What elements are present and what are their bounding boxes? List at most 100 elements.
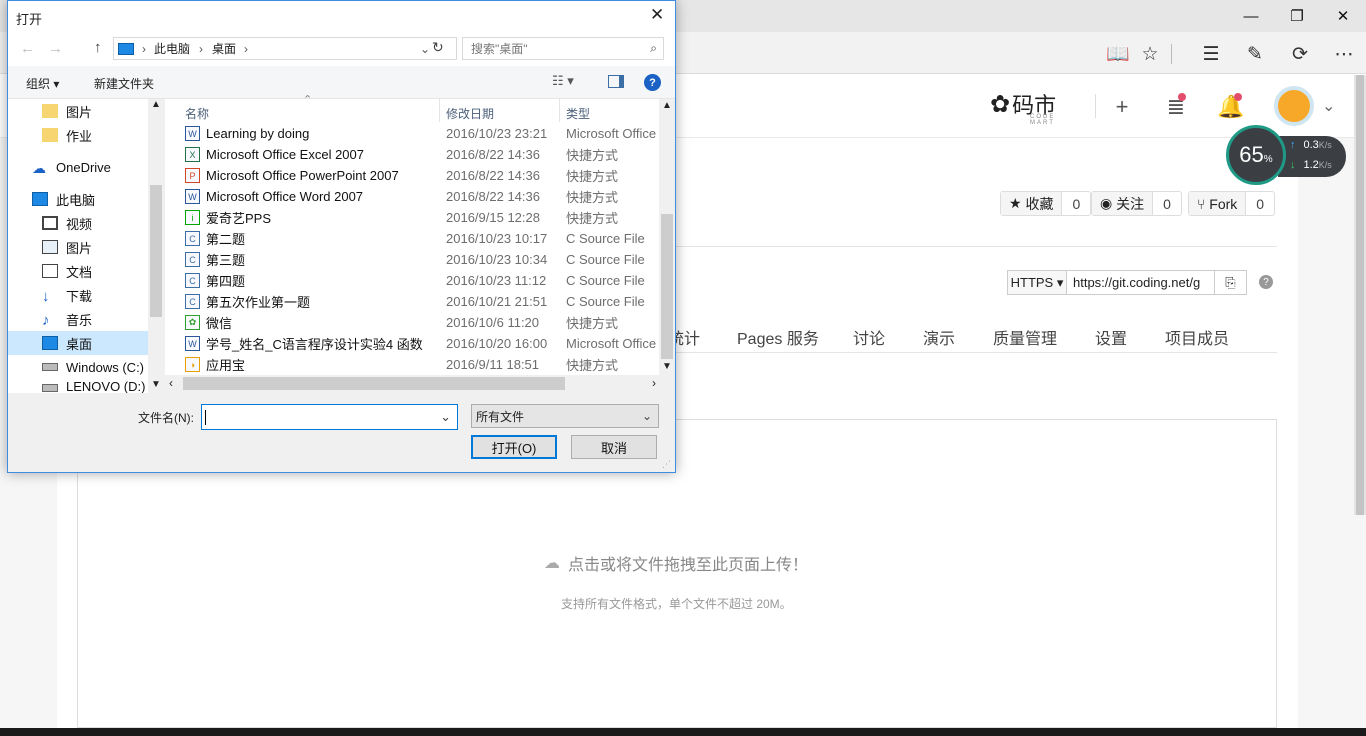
minimize-button[interactable]: — — [1228, 0, 1274, 32]
memory-gauge[interactable]: 65% — [1226, 125, 1286, 185]
forward-arrow-icon[interactable]: → — [48, 40, 63, 57]
star-button[interactable]: ★ 收藏 0 — [1000, 191, 1092, 216]
gauge-percent: 65 — [1239, 142, 1264, 167]
nav-scrollbar-thumb[interactable] — [150, 185, 162, 317]
file-row[interactable]: ✿ 微信 2016/10/6 11:20 快捷方式 — [185, 312, 659, 333]
nav-item-desktop[interactable]: 桌面 — [8, 331, 148, 355]
resize-grip-icon[interactable]: ⋰ — [662, 459, 671, 470]
favorite-icon[interactable]: ☆ — [1135, 40, 1165, 68]
nav-item-drive-d[interactable]: LENOVO (D:) — [8, 379, 148, 393]
drive-icon — [42, 363, 58, 371]
search-input[interactable]: 搜索"桌面" ⌕ — [462, 37, 664, 60]
net-speed-panel: ↑ 0.3K/s ↓ 1.2K/s — [1278, 136, 1346, 177]
address-history-chevron-icon[interactable]: ⌄ — [420, 42, 430, 56]
filename-label: 文件名(N): — [138, 411, 194, 425]
scroll-up-icon[interactable]: ▲ — [662, 100, 672, 111]
column-header-date[interactable]: 修改日期 — [446, 105, 494, 122]
cancel-button[interactable]: 取消 — [571, 435, 657, 459]
scroll-right-icon[interactable]: › — [652, 376, 656, 390]
file-name-cell: P Microsoft Office PowerPoint 2007 — [185, 168, 425, 183]
file-row[interactable]: ◑ 应用宝 2016/9/11 18:51 快捷方式 — [185, 354, 659, 375]
file-vscrollbar-thumb[interactable] — [661, 214, 673, 359]
scroll-up-icon[interactable]: ▲ — [151, 99, 161, 110]
scroll-left-icon[interactable]: ‹ — [169, 376, 173, 390]
back-arrow-icon[interactable]: ← — [20, 40, 35, 57]
clone-url-field[interactable]: https://git.coding.net/g — [1067, 271, 1214, 294]
avatar[interactable] — [1274, 86, 1314, 126]
column-header-name[interactable]: 名称 — [185, 105, 209, 122]
tab-discuss[interactable]: 讨论 — [853, 325, 885, 349]
breadcrumb-desktop[interactable]: 桌面 — [212, 40, 236, 57]
tab-quality[interactable]: 质量管理 — [993, 325, 1057, 349]
file-name: Microsoft Office Excel 2007 — [206, 147, 364, 162]
file-hscrollbar-thumb[interactable] — [183, 377, 565, 390]
scroll-down-icon[interactable]: ▼ — [151, 379, 161, 390]
preview-pane-icon[interactable] — [608, 75, 624, 88]
chevron-down-icon[interactable]: ⌄ — [1322, 96, 1335, 116]
tab-demo[interactable]: 演示 — [923, 325, 955, 349]
protocol-label: HTTPS — [1010, 275, 1054, 290]
help-icon[interactable]: ? — [1259, 275, 1273, 289]
file-row[interactable]: X Microsoft Office Excel 2007 2016/8/22 14… — [185, 144, 659, 165]
nav-item-pictures-folder[interactable]: 图片 — [8, 99, 148, 123]
breadcrumb-separator-icon: › — [199, 41, 204, 56]
nav-item-onedrive[interactable]: ☁ OneDrive — [8, 155, 148, 179]
restore-button[interactable]: ❐ — [1274, 0, 1320, 32]
file-row[interactable]: C 第三题 2016/10/23 10:34 C Source File — [185, 249, 659, 270]
add-icon[interactable]: + — [1106, 92, 1138, 122]
organize-menu[interactable]: 组织 ▾ — [26, 75, 59, 92]
more-icon[interactable]: ⋯ — [1329, 40, 1359, 68]
file-row[interactable]: W 学号_姓名_C语言程序设计实验4 函数 2016/10/20 16:00 Micr… — [185, 333, 659, 354]
breadcrumb-this-pc[interactable]: 此电脑 — [154, 40, 190, 57]
filename-input[interactable]: ⌄ — [201, 404, 458, 430]
watch-button[interactable]: ◉ 关注 0 — [1091, 191, 1182, 216]
file-row[interactable]: C 第四题 2016/10/23 11:12 C Source File — [185, 270, 659, 291]
fork-button[interactable]: ⑂ Fork 0 — [1188, 191, 1276, 216]
nav-item-this-pc[interactable]: 此电脑 — [8, 187, 148, 211]
open-button[interactable]: 打开(O) — [471, 435, 557, 459]
nav-item-documents[interactable]: 文档 — [8, 259, 148, 283]
tab-settings[interactable]: 设置 — [1095, 325, 1127, 349]
nav-item-pictures[interactable]: 图片 — [8, 235, 148, 259]
share-icon[interactable]: ⟳ — [1285, 40, 1315, 68]
upload-title[interactable]: ☁ 点击或将文件拖拽至此页面上传！ — [544, 551, 844, 575]
page-scrollbar-thumb[interactable] — [1356, 75, 1364, 515]
header-divider — [1095, 94, 1096, 118]
column-header-type[interactable]: 类型 — [566, 105, 590, 122]
protocol-select[interactable]: HTTPS ▾ — [1008, 271, 1067, 294]
site-logo[interactable]: ✿ 码市 CODE MART — [990, 84, 1082, 127]
filetype-select[interactable]: 所有文件 ⌄ — [471, 404, 659, 428]
file-name-cell: X Microsoft Office Excel 2007 — [185, 147, 425, 162]
tab-pages[interactable]: Pages 服务 — [737, 325, 819, 349]
file-row[interactable]: W Microsoft Office Word 2007 2016/8/22 14:… — [185, 186, 659, 207]
file-row[interactable]: i 爱奇艺PPS 2016/9/15 12:28 快捷方式 — [185, 207, 659, 228]
nav-item-drive-c[interactable]: Windows (C:) — [8, 355, 148, 379]
nav-item-homework-folder[interactable]: 作业 — [8, 123, 148, 147]
web-note-icon[interactable]: ✎ — [1240, 40, 1270, 68]
copy-icon[interactable]: ⎘ — [1214, 271, 1246, 294]
file-row[interactable]: C 第五次作业第一题 2016/10/21 21:51 C Source File — [185, 291, 659, 312]
file-row[interactable]: W Learning by doing 2016/10/23 23:21 Micros… — [185, 123, 659, 144]
tasks-icon[interactable]: ≣ — [1160, 92, 1192, 122]
help-icon[interactable]: ? — [644, 74, 661, 91]
file-date: 2016/10/23 23:21 — [446, 126, 548, 141]
window-close-button[interactable]: ✕ — [1320, 0, 1366, 32]
file-name: 学号_姓名_C语言程序设计实验4 函数 — [206, 337, 423, 352]
new-folder-button[interactable]: 新建文件夹 — [94, 75, 154, 92]
reading-view-icon[interactable]: 📖 — [1103, 40, 1133, 68]
up-arrow-icon[interactable]: ↑ — [94, 39, 102, 56]
file-row[interactable]: P Microsoft Office PowerPoint 2007 2016/8/… — [185, 165, 659, 186]
tab-members[interactable]: 项目成员 — [1165, 325, 1229, 349]
dialog-close-button[interactable]: ✕ — [650, 5, 664, 25]
file-row[interactable]: C 第二题 2016/10/23 10:17 C Source File — [185, 228, 659, 249]
address-bar[interactable]: › 此电脑 › 桌面 › ⌄ — [113, 37, 457, 60]
view-options-icon[interactable]: ☷ ▾ — [552, 73, 574, 89]
hub-icon[interactable]: ☰ — [1196, 40, 1226, 68]
nav-item-downloads[interactable]: ↓ 下载 — [8, 283, 148, 307]
refresh-icon[interactable]: ↻ — [432, 39, 444, 56]
chevron-down-icon[interactable]: ⌄ — [440, 409, 451, 425]
bell-icon[interactable]: 🔔 — [1215, 92, 1247, 122]
nav-item-music[interactable]: ♪ 音乐 — [8, 307, 148, 331]
nav-item-videos[interactable]: 视频 — [8, 211, 148, 235]
scroll-down-icon[interactable]: ▼ — [662, 361, 672, 372]
